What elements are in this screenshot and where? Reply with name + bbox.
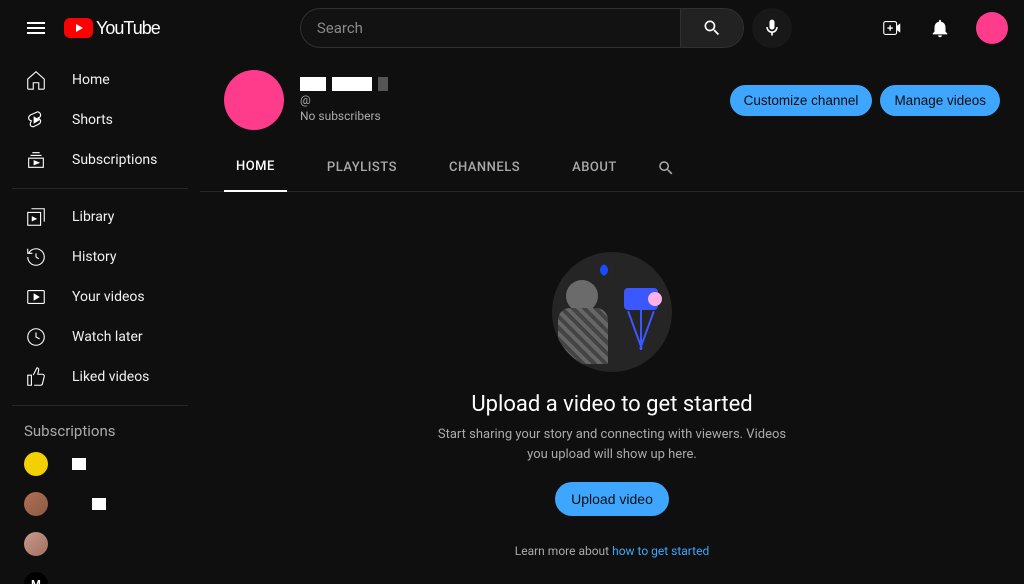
how-to-get-started-link[interactable]: how to get started bbox=[612, 544, 709, 558]
search-icon bbox=[702, 18, 722, 38]
channel-avatar-icon bbox=[24, 452, 48, 476]
hamburger-menu-icon[interactable] bbox=[16, 8, 56, 48]
home-icon bbox=[24, 68, 48, 92]
sidebar-label: History bbox=[72, 249, 117, 265]
channel-name bbox=[300, 77, 730, 91]
search-button[interactable] bbox=[680, 8, 744, 48]
search-input[interactable]: Search bbox=[300, 8, 680, 48]
thumbs-up-icon bbox=[24, 365, 48, 389]
empty-state-title: Upload a video to get started bbox=[471, 392, 752, 417]
manage-videos-button[interactable]: Manage videos bbox=[880, 85, 1000, 116]
sidebar-label: Subscriptions bbox=[72, 152, 157, 168]
sidebar-subscription-channel[interactable] bbox=[0, 484, 200, 524]
youtube-wordmark: YouTube bbox=[96, 18, 160, 39]
channel-handle: @ bbox=[300, 93, 730, 107]
your-videos-icon bbox=[24, 285, 48, 309]
sidebar-label: Liked videos bbox=[72, 369, 149, 385]
library-icon bbox=[24, 205, 48, 229]
channel-subscribers: No subscribers bbox=[300, 109, 730, 123]
channel-header: @ No subscribers Customize channel Manag… bbox=[200, 56, 1024, 144]
sidebar-item-your-videos[interactable]: Your videos bbox=[0, 277, 200, 317]
channel-avatar[interactable] bbox=[224, 70, 284, 130]
main-content: @ No subscribers Customize channel Manag… bbox=[200, 0, 1024, 558]
channel-name-redacted bbox=[92, 498, 106, 510]
youtube-logo[interactable]: YouTube bbox=[64, 18, 160, 39]
sidebar-item-home[interactable]: Home bbox=[0, 60, 200, 100]
channel-name-redacted bbox=[72, 458, 86, 470]
sidebar-item-library[interactable]: Library bbox=[0, 197, 200, 237]
sidebar-item-shorts[interactable]: Shorts bbox=[0, 100, 200, 140]
empty-state-description: Start sharing your story and connecting … bbox=[432, 425, 792, 464]
sidebar-subscription-channel[interactable]: M bbox=[0, 564, 200, 584]
subscriptions-icon bbox=[24, 148, 48, 172]
channel-avatar-icon bbox=[24, 492, 48, 516]
voice-search-button[interactable] bbox=[752, 8, 792, 48]
sidebar-label: Your videos bbox=[72, 289, 145, 305]
tab-channels[interactable]: CHANNELS bbox=[437, 144, 532, 192]
sidebar-item-watch-later[interactable]: Watch later bbox=[0, 317, 200, 357]
tab-home[interactable]: HOME bbox=[224, 144, 287, 192]
history-icon bbox=[24, 245, 48, 269]
search-icon bbox=[657, 159, 675, 177]
empty-state-illustration bbox=[552, 252, 672, 372]
sidebar-item-subscriptions[interactable]: Subscriptions bbox=[0, 140, 200, 180]
sidebar-label: Home bbox=[72, 72, 110, 88]
watch-later-icon bbox=[24, 325, 48, 349]
sidebar-subscription-channel[interactable] bbox=[0, 524, 200, 564]
sidebar-item-liked-videos[interactable]: Liked videos bbox=[0, 357, 200, 397]
channel-avatar-icon bbox=[24, 532, 48, 556]
create-button[interactable] bbox=[872, 8, 912, 48]
sidebar-subscriptions-heading: Subscriptions bbox=[0, 414, 200, 444]
empty-state: Upload a video to get started Start shar… bbox=[200, 192, 1024, 558]
notifications-button[interactable] bbox=[920, 8, 960, 48]
shorts-icon bbox=[24, 108, 48, 132]
sidebar-subscription-channel[interactable] bbox=[0, 444, 200, 484]
youtube-play-icon bbox=[64, 18, 93, 38]
customize-channel-button[interactable]: Customize channel bbox=[730, 85, 873, 116]
bell-icon bbox=[929, 17, 951, 39]
account-avatar[interactable] bbox=[976, 12, 1008, 44]
sidebar-label: Watch later bbox=[72, 329, 143, 345]
sidebar-label: Library bbox=[72, 209, 114, 225]
channel-avatar-icon: M bbox=[24, 572, 48, 584]
tab-about[interactable]: ABOUT bbox=[560, 144, 629, 192]
upload-video-button[interactable]: Upload video bbox=[555, 482, 669, 516]
sidebar-item-history[interactable]: History bbox=[0, 237, 200, 277]
learn-more-text: Learn more about how to get started bbox=[515, 544, 709, 558]
top-header: YouTube Search bbox=[0, 0, 1024, 56]
sidebar-label: Shorts bbox=[72, 112, 113, 128]
tab-playlists[interactable]: PLAYLISTS bbox=[315, 144, 409, 192]
channel-tabs: HOME PLAYLISTS CHANNELS ABOUT bbox=[200, 144, 1024, 192]
create-icon bbox=[881, 17, 903, 39]
search-placeholder: Search bbox=[317, 19, 363, 37]
tab-search-button[interactable] bbox=[657, 159, 675, 177]
microphone-icon bbox=[762, 18, 782, 38]
sidebar: Home Shorts Subscriptions Library Histor… bbox=[0, 56, 200, 584]
